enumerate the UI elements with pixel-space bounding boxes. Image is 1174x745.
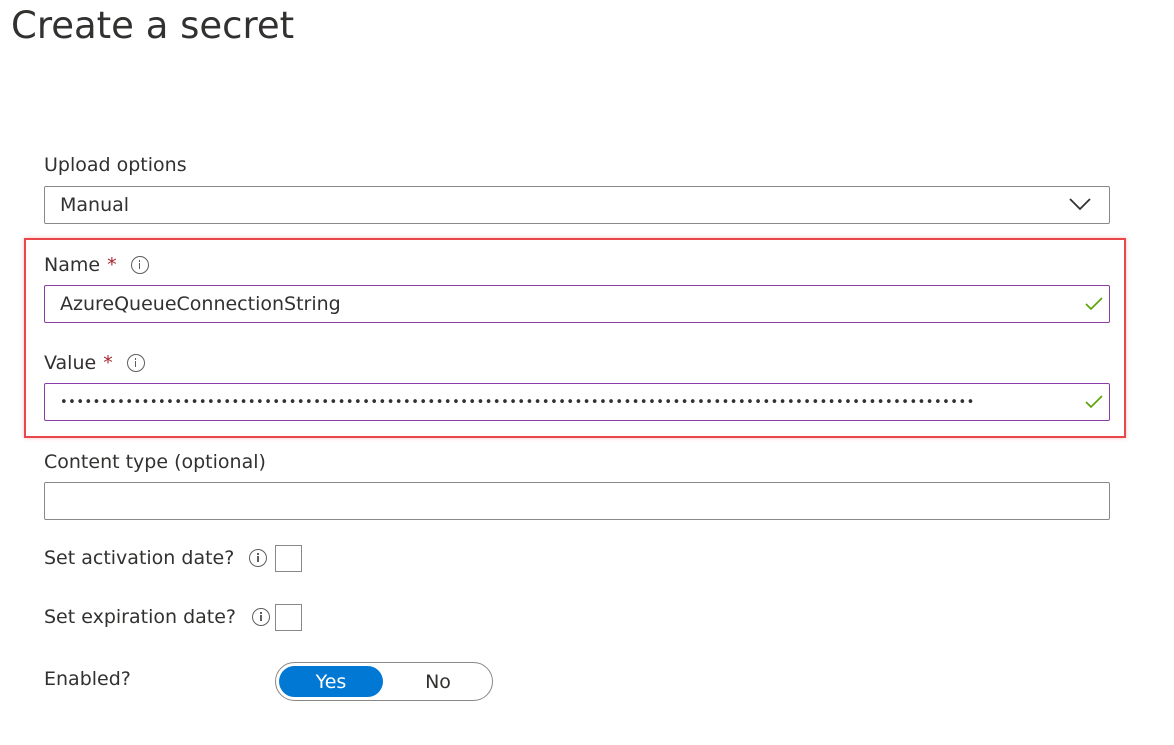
name-input-value: AzureQueueConnectionString — [60, 293, 341, 315]
expiration-date-label: Set expiration date? — [44, 606, 270, 628]
enabled-toggle[interactable]: Yes No — [275, 662, 493, 701]
upload-options-label: Upload options — [44, 154, 187, 176]
name-label-text: Name — [44, 254, 101, 276]
expiration-date-label-text: Set expiration date? — [44, 606, 236, 628]
upload-options-label-text: Upload options — [44, 154, 187, 176]
enabled-label: Enabled? — [44, 668, 131, 690]
enabled-no-option[interactable]: No — [386, 666, 490, 697]
info-icon[interactable] — [126, 354, 145, 372]
content-type-input[interactable] — [44, 482, 1110, 520]
info-icon[interactable] — [249, 549, 268, 567]
page-title: Create a secret — [11, 4, 295, 47]
chevron-down-icon — [1069, 198, 1091, 211]
activation-date-label: Set activation date? — [44, 547, 268, 569]
activation-date-checkbox[interactable] — [275, 545, 302, 572]
expiration-date-checkbox[interactable] — [275, 604, 302, 631]
name-label: Name * — [44, 254, 149, 276]
info-icon[interactable] — [252, 608, 270, 626]
name-input[interactable]: AzureQueueConnectionString — [44, 285, 1110, 323]
enabled-label-text: Enabled? — [44, 668, 131, 690]
checkmark-icon — [1085, 395, 1103, 409]
value-input[interactable]: ••••••••••••••••••••••••••••••••••••••••… — [44, 383, 1110, 421]
value-input-masked: ••••••••••••••••••••••••••••••••••••••••… — [60, 394, 975, 410]
value-required-marker: * — [103, 352, 113, 374]
upload-options-dropdown[interactable]: Manual — [44, 186, 1110, 224]
name-required-marker: * — [107, 254, 117, 276]
upload-options-selected-value: Manual — [60, 194, 130, 216]
value-label: Value * — [44, 352, 145, 374]
content-type-label: Content type (optional) — [44, 451, 266, 473]
enabled-yes-option[interactable]: Yes — [279, 666, 383, 697]
info-icon[interactable] — [130, 256, 149, 274]
content-type-label-text: Content type (optional) — [44, 451, 266, 473]
checkmark-icon — [1085, 297, 1103, 311]
value-label-text: Value — [44, 352, 97, 374]
activation-date-label-text: Set activation date? — [44, 547, 235, 569]
